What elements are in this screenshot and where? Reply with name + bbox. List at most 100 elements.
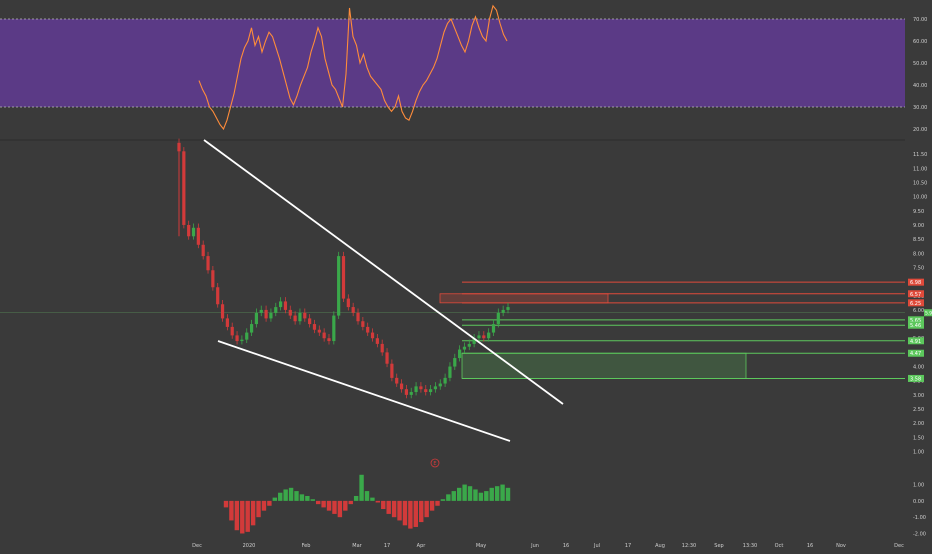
momentum-bar	[413, 500, 419, 527]
candle[interactable]	[322, 332, 326, 339]
candle[interactable]	[249, 324, 254, 333]
candle[interactable]	[225, 318, 229, 327]
candle[interactable]	[211, 270, 215, 288]
price-tag-label: 6.25	[910, 301, 921, 307]
candle[interactable]	[216, 287, 220, 305]
time-tick-label: Aug	[655, 543, 665, 549]
candle[interactable]	[206, 256, 210, 271]
price-tick-label: 11.50	[913, 152, 927, 158]
candle[interactable]	[380, 343, 384, 353]
candle[interactable]	[196, 227, 200, 245]
candle[interactable]	[191, 227, 196, 237]
candle[interactable]	[346, 298, 350, 308]
momentum-bar	[321, 500, 326, 508]
momentum-tick-label: -2.00	[913, 531, 926, 537]
candle[interactable]	[298, 312, 302, 322]
candle[interactable]	[356, 312, 360, 322]
candle[interactable]	[496, 312, 500, 325]
candle[interactable]	[375, 338, 379, 344]
candle[interactable]	[308, 318, 312, 325]
candle[interactable]	[482, 335, 486, 339]
support-zone[interactable]	[461, 352, 747, 379]
candle[interactable]	[501, 309, 505, 313]
candle[interactable]	[293, 315, 297, 322]
candle[interactable]	[409, 392, 413, 395]
candle[interactable]	[438, 383, 442, 387]
candle[interactable]	[487, 332, 491, 339]
candle[interactable]	[433, 386, 438, 390]
candle[interactable]	[390, 363, 394, 378]
last-price-tag-label: 5.9	[925, 311, 932, 317]
candle[interactable]	[317, 329, 321, 333]
price-tick-label: 1.00	[913, 450, 924, 456]
price-tick-label: 2.50	[913, 407, 924, 413]
candle[interactable]	[424, 389, 428, 393]
candle[interactable]	[458, 349, 462, 359]
candle[interactable]	[312, 324, 317, 330]
resistance-zone[interactable]	[439, 293, 609, 304]
candle[interactable]	[443, 377, 447, 384]
candle[interactable]	[419, 386, 423, 390]
candle[interactable]	[240, 339, 244, 342]
candle[interactable]	[288, 309, 292, 316]
price-tick-label: 1.50	[913, 435, 924, 441]
candle[interactable]	[453, 358, 457, 367]
candle[interactable]	[279, 301, 283, 308]
momentum-bar	[478, 492, 484, 501]
candle[interactable]	[385, 352, 389, 364]
time-tick-label: 16	[807, 543, 813, 549]
stock-chart[interactable]: E 70.00 60.00 50.00 40.00 30.00 20.00 11.50 11.…	[0, 0, 932, 550]
candle[interactable]	[230, 326, 234, 336]
candle[interactable]	[235, 335, 239, 342]
candle[interactable]	[220, 304, 225, 319]
momentum-bar	[315, 500, 321, 505]
time-tick-label: Dec	[894, 543, 904, 549]
candle[interactable]	[399, 383, 404, 390]
candle[interactable]	[245, 332, 249, 340]
time-tick-label: Nov	[836, 543, 846, 549]
candle[interactable]	[341, 256, 346, 299]
candle[interactable]	[506, 307, 510, 310]
rsi-tick-label: 60.00	[913, 39, 927, 45]
candle[interactable]	[177, 142, 181, 152]
candle[interactable]	[187, 224, 191, 237]
candle[interactable]	[404, 389, 408, 395]
momentum-bar	[429, 500, 435, 511]
candle[interactable]	[269, 312, 273, 319]
time-tick-label: Mar	[352, 543, 362, 549]
candle[interactable]	[303, 312, 307, 319]
candle[interactable]	[395, 377, 399, 384]
candle[interactable]	[351, 307, 355, 313]
momentum-bar	[446, 494, 451, 501]
candle[interactable]	[332, 315, 336, 342]
time-tick-label: Oct	[775, 543, 784, 549]
candle[interactable]	[370, 332, 375, 339]
momentum-tick-label: -1.00	[913, 515, 926, 521]
candle[interactable]	[283, 301, 288, 310]
price-tag-label: 6.98	[910, 280, 921, 286]
candle[interactable]	[254, 312, 259, 325]
momentum-bar	[240, 500, 245, 534]
candle[interactable]	[366, 326, 370, 333]
time-tick-label: Jun	[530, 543, 539, 549]
time-tick-label: 13:30	[743, 543, 757, 549]
momentum-bar	[326, 500, 332, 511]
candle[interactable]	[182, 151, 186, 225]
candle[interactable]	[337, 256, 341, 316]
candle[interactable]	[448, 366, 452, 378]
momentum-bar	[256, 500, 261, 518]
momentum-bar	[267, 500, 272, 506]
candle[interactable]	[428, 389, 433, 393]
candle[interactable]	[467, 343, 471, 347]
candle[interactable]	[274, 307, 278, 313]
candle[interactable]	[361, 321, 365, 327]
candle[interactable]	[264, 309, 268, 319]
price-tick-label: 10.00	[913, 195, 927, 201]
candle[interactable]	[201, 244, 205, 257]
candle[interactable]	[259, 309, 263, 313]
candle[interactable]	[414, 386, 418, 393]
candle[interactable]	[462, 346, 467, 350]
candle[interactable]	[327, 338, 331, 342]
candle[interactable]	[491, 324, 496, 333]
candle[interactable]	[477, 335, 481, 339]
